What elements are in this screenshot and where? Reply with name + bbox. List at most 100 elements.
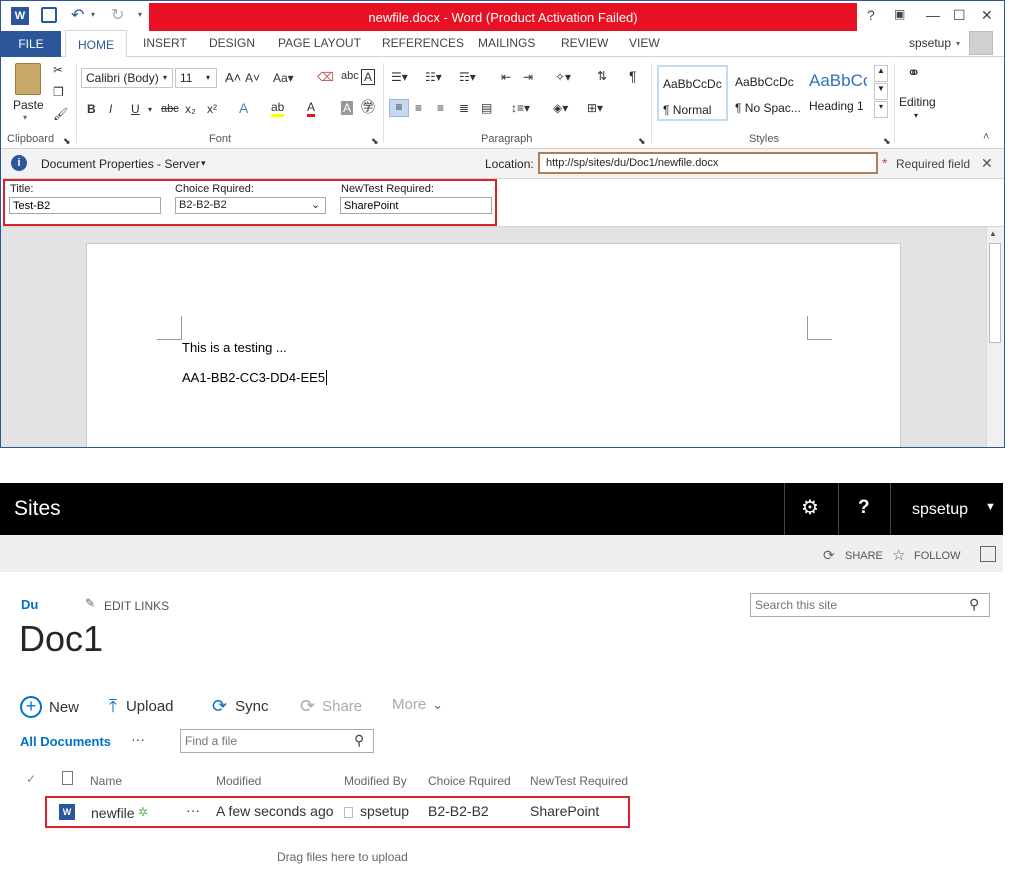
font-size-dropdown-icon[interactable]: ▾ (206, 73, 210, 82)
column-header-modified[interactable]: Modified (216, 774, 261, 788)
style-normal[interactable]: AaBbCcDc ¶ Normal (657, 65, 728, 121)
ribbon-display-options-button[interactable]: ▣ (894, 7, 905, 21)
paste-icon[interactable] (15, 63, 41, 95)
borders-icon[interactable]: ⊞▾ (587, 101, 603, 115)
paste-button[interactable]: Paste (13, 98, 44, 112)
numbering-icon[interactable]: ☷▾ (425, 70, 442, 84)
bullets-icon[interactable]: ☰▾ (391, 70, 408, 84)
format-painter-icon[interactable]: 🖌 (53, 107, 68, 121)
styles-scroll-down-icon[interactable]: ▼ (874, 83, 888, 100)
upload-command[interactable]: ⤒ Upload (109, 696, 174, 717)
document-properties-chevron-icon[interactable]: ▾ (201, 158, 206, 169)
follow-link[interactable]: FOLLOW (914, 550, 960, 562)
shading-bucket-icon[interactable]: ◈▾ (553, 101, 568, 115)
column-header-newtest-required[interactable]: NewTest Required (530, 774, 628, 788)
editing-button[interactable]: Editing (899, 95, 936, 109)
distributed-icon[interactable]: ▤ (481, 101, 492, 115)
asian-layout-icon[interactable]: ✧▾ (555, 70, 571, 84)
view-ellipsis-icon[interactable]: ··· (131, 731, 145, 747)
scroll-thumb[interactable] (989, 243, 1001, 343)
change-case-icon[interactable]: Aa▾ (273, 71, 294, 85)
follow-star-icon[interactable]: ☆ (892, 546, 905, 564)
tab-page-layout[interactable]: PAGE LAYOUT (278, 36, 361, 50)
grow-font-icon[interactable]: A˄ (225, 71, 241, 85)
tab-file[interactable]: FILE (1, 31, 61, 57)
find-file-search-icon[interactable]: ⚲ (354, 732, 364, 749)
document-properties-dropdown[interactable]: Document Properties - Server (41, 157, 200, 171)
table-row[interactable]: W newfile ✲ ··· A few seconds ago spsetu… (0, 793, 640, 829)
collapse-ribbon-icon[interactable]: ˄ (983, 131, 989, 143)
edit-links-button[interactable]: EDIT LINKS (104, 599, 169, 613)
select-all-check-icon[interactable]: ✓ (26, 772, 36, 786)
align-left-icon[interactable]: ≡ (389, 99, 409, 117)
close-button[interactable]: ✕ (981, 7, 993, 24)
editing-dropdown-icon[interactable]: ▾ (914, 111, 918, 120)
copy-icon[interactable]: ❐ (53, 85, 64, 99)
decrease-indent-icon[interactable]: ⇤ (501, 70, 511, 84)
site-search-box[interactable]: ⚲ (750, 593, 990, 617)
character-border-icon[interactable]: A (361, 69, 376, 85)
shading-icon[interactable]: A (341, 101, 354, 115)
column-header-name[interactable]: Name (90, 774, 122, 788)
tab-mailings[interactable]: MAILINGS (478, 36, 535, 50)
suite-user-name[interactable]: spsetup (912, 501, 968, 519)
font-size-select[interactable]: 11 (175, 68, 217, 88)
find-file-box[interactable]: ⚲ (180, 729, 374, 753)
clipboard-launcher-icon[interactable]: ⬊ (63, 134, 71, 148)
more-command[interactable]: More ⌄ (392, 696, 443, 713)
maximize-button[interactable]: ☐ (953, 7, 966, 24)
underline-dropdown-icon[interactable]: ▾ (148, 103, 152, 117)
tab-view[interactable]: VIEW (629, 36, 660, 50)
font-name-select[interactable]: Calibri (Body) (81, 68, 173, 88)
column-header-modified-by[interactable]: Modified By (344, 774, 407, 788)
breadcrumb-site-link[interactable]: Du (21, 597, 38, 612)
view-all-documents[interactable]: All Documents (20, 734, 111, 749)
share-icon[interactable]: ⟳ (823, 547, 835, 564)
user-name[interactable]: spsetup (909, 36, 951, 50)
bold-icon[interactable]: B (87, 102, 96, 116)
site-search-icon[interactable]: ⚲ (969, 596, 979, 613)
paragraph-launcher-icon[interactable]: ⬊ (638, 134, 646, 148)
scroll-up-icon[interactable]: ▲ (989, 229, 997, 238)
style-heading-1[interactable]: AaBbCc Heading 1 (805, 65, 871, 121)
vertical-scrollbar[interactable]: ▲ (986, 227, 1004, 447)
document-page[interactable]: This is a testing ... AA1-BB2-CC3-DD4-EE… (86, 243, 901, 447)
text-effects-icon[interactable]: A (239, 101, 248, 115)
share-command[interactable]: ⟳ Share (300, 696, 362, 717)
tab-review[interactable]: REVIEW (561, 36, 608, 50)
multilevel-list-icon[interactable]: ☶▾ (459, 70, 476, 84)
increase-indent-icon[interactable]: ⇥ (523, 70, 533, 84)
suite-user-dropdown-icon[interactable]: ▼ (985, 501, 996, 513)
strikethrough-icon[interactable]: abc (161, 102, 179, 116)
save-icon[interactable] (41, 7, 57, 23)
style-no-spacing[interactable]: AaBbCcDc ¶ No Spac... (731, 65, 803, 121)
site-search-input[interactable] (755, 595, 965, 615)
tab-home[interactable]: HOME (65, 30, 127, 58)
close-properties-icon[interactable]: ✕ (981, 155, 993, 172)
enclose-characters-icon[interactable]: ㊫ (361, 100, 375, 114)
subscript-icon[interactable]: x₂ (185, 102, 196, 116)
italic-icon[interactable]: I (109, 102, 112, 116)
focus-mode-icon[interactable] (980, 546, 996, 562)
settings-gear-icon[interactable]: ⚙ (801, 495, 819, 520)
tab-insert[interactable]: INSERT (143, 36, 187, 50)
undo-icon[interactable]: ↶ (71, 5, 84, 25)
user-dropdown-icon[interactable]: ▾ (956, 39, 960, 48)
shrink-font-icon[interactable]: A˅ (245, 71, 260, 85)
styles-launcher-icon[interactable]: ⬊ (883, 134, 891, 148)
line-spacing-icon[interactable]: ↕≡▾ (511, 101, 530, 115)
binoculars-icon[interactable]: ⚭ (907, 63, 920, 83)
tab-design[interactable]: DESIGN (209, 36, 255, 50)
share-link[interactable]: SHARE (845, 550, 883, 562)
redo-icon[interactable]: ↻ (111, 5, 124, 25)
help-button[interactable]: ? (867, 7, 875, 23)
tab-references[interactable]: REFERENCES (382, 36, 464, 50)
highlight-color-icon[interactable]: ab (271, 100, 285, 117)
find-file-input[interactable] (185, 731, 350, 751)
location-field[interactable]: http://sp/sites/du/Doc1/newfile.docx (538, 152, 878, 174)
suite-title[interactable]: Sites (14, 497, 61, 521)
show-formatting-icon[interactable]: ¶ (629, 69, 637, 83)
justify-icon[interactable]: ≣ (459, 101, 469, 115)
font-name-dropdown-icon[interactable]: ▾ (163, 73, 167, 82)
help-icon[interactable]: ? (858, 497, 870, 519)
